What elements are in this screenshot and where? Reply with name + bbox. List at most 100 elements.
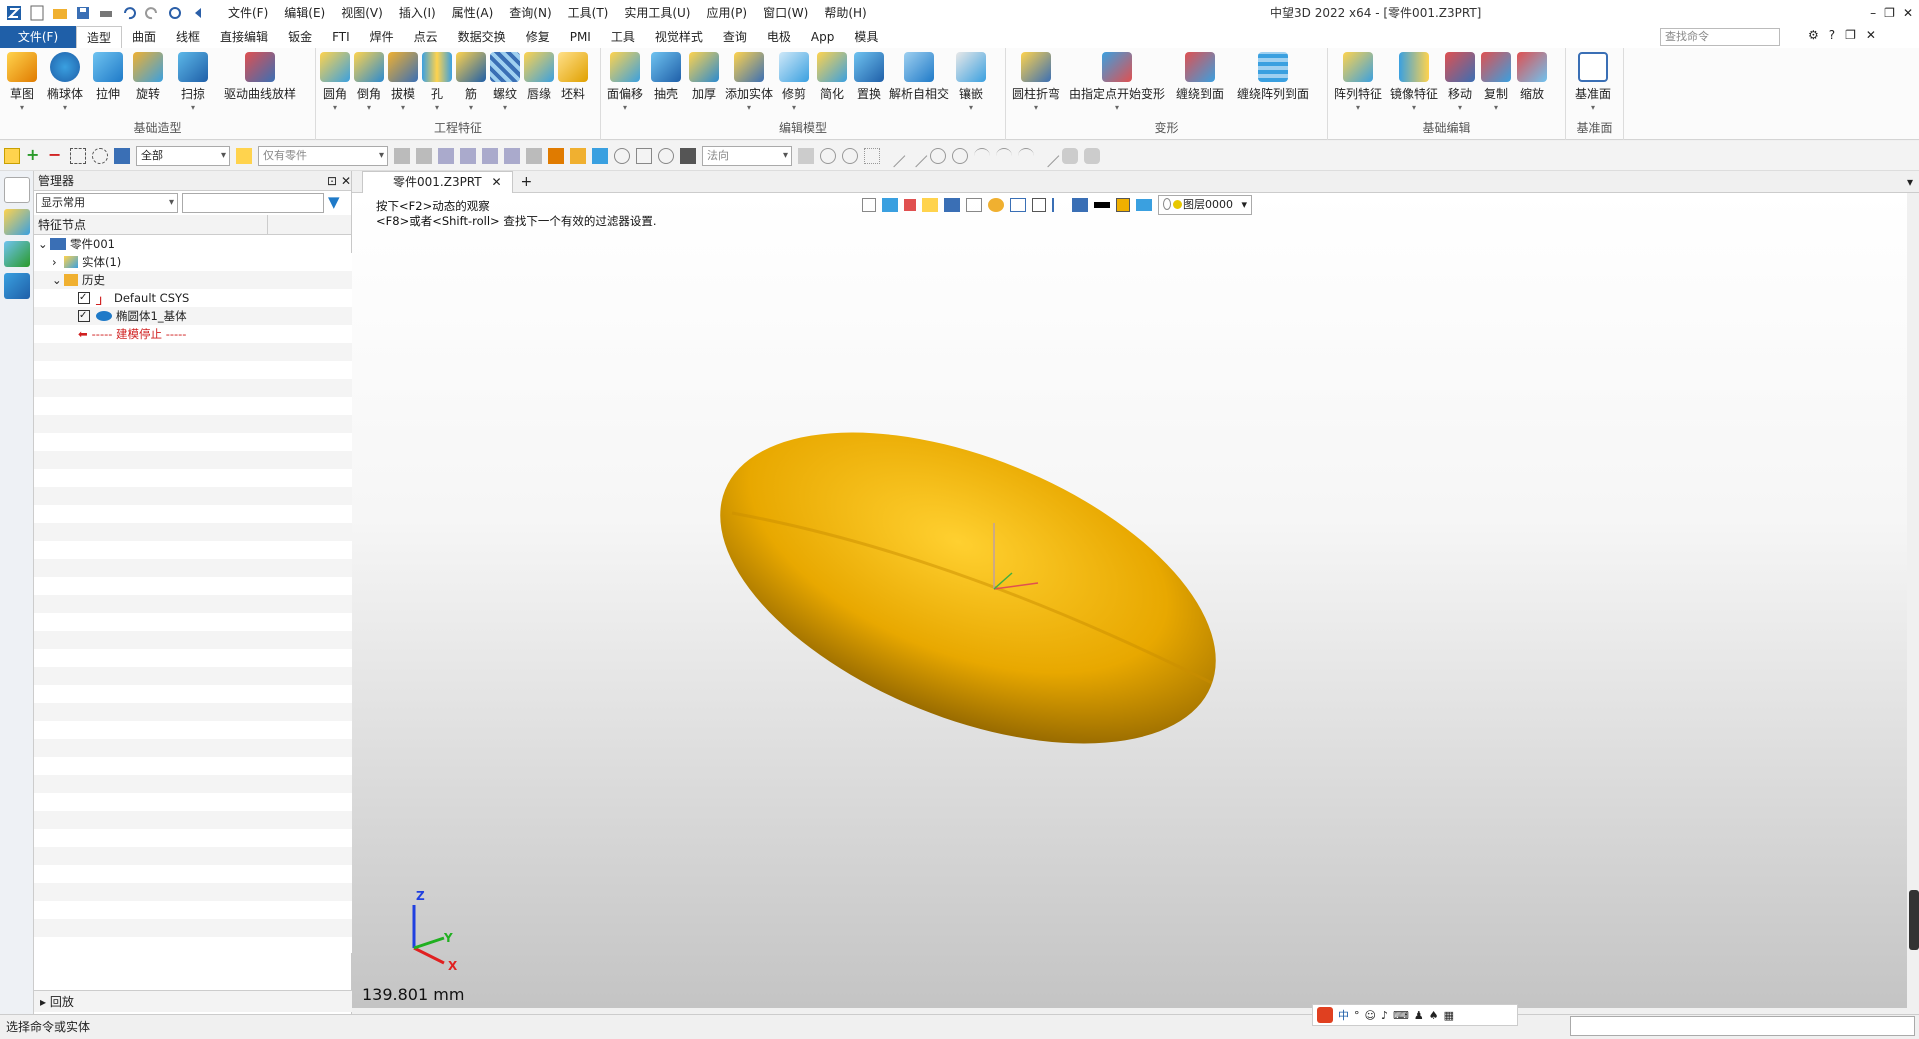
play-icon[interactable] bbox=[658, 147, 674, 164]
doc-tab-part[interactable]: 零件001.Z3PRT ✕ bbox=[362, 170, 513, 193]
stop-icon[interactable] bbox=[680, 147, 696, 164]
funnel-icon[interactable]: ▼ bbox=[328, 195, 344, 211]
line-icon[interactable] bbox=[882, 144, 906, 167]
app-logo-icon[interactable] bbox=[4, 3, 24, 23]
checkbox[interactable]: ✓ bbox=[78, 292, 90, 304]
tab-data-exchange[interactable]: 数据交换 bbox=[448, 26, 516, 48]
tree-node-part[interactable]: ⌄ 零件001 bbox=[34, 235, 351, 253]
user-manager-icon[interactable] bbox=[4, 273, 30, 299]
close-icon[interactable]: ✕ bbox=[1903, 0, 1913, 26]
snap-icon[interactable] bbox=[394, 147, 410, 164]
tab-point-cloud[interactable]: 点云 bbox=[404, 26, 448, 48]
menu-tools[interactable]: 工具(T) bbox=[560, 0, 617, 26]
menu-attribute[interactable]: 属性(A) bbox=[444, 0, 502, 26]
command-input[interactable] bbox=[1570, 1016, 1915, 1036]
cursor-icon[interactable] bbox=[526, 147, 542, 164]
clock-icon[interactable] bbox=[614, 147, 630, 164]
slash-icon[interactable] bbox=[1036, 144, 1060, 167]
minimize-icon[interactable]: – bbox=[1870, 0, 1876, 26]
file-tab[interactable]: 文件(F) bbox=[0, 26, 76, 48]
menu-window[interactable]: 窗口(W) bbox=[755, 0, 816, 26]
print-icon[interactable] bbox=[96, 3, 116, 23]
view-manager-icon[interactable] bbox=[4, 241, 30, 267]
normal-select[interactable]: 法向 bbox=[702, 145, 792, 166]
align-icon[interactable] bbox=[438, 147, 454, 164]
tab-fti[interactable]: FTI bbox=[322, 26, 360, 48]
tab-surface[interactable]: 曲面 bbox=[122, 26, 166, 48]
tree-node-stop[interactable]: ⬅ ----- 建模停止 ----- bbox=[34, 325, 351, 343]
tab-direct-edit[interactable]: 直接编辑 bbox=[210, 26, 278, 48]
tab-pmi[interactable]: PMI bbox=[560, 26, 601, 48]
remove-icon[interactable]: − bbox=[48, 146, 64, 164]
restore-icon[interactable]: ❐ bbox=[1845, 28, 1856, 42]
box-select-icon[interactable] bbox=[70, 147, 86, 164]
checkbox[interactable]: ✓ bbox=[78, 310, 90, 322]
tree-node-solids[interactable]: › 实体(1) bbox=[34, 253, 351, 271]
expand-icon[interactable]: ⌄ bbox=[52, 271, 64, 289]
pin-icon[interactable]: ⊡ bbox=[327, 174, 337, 188]
folder-icon[interactable] bbox=[570, 147, 586, 164]
ime-shirt-icon[interactable]: ♠ bbox=[1429, 1009, 1439, 1022]
tab-repair[interactable]: 修复 bbox=[516, 26, 560, 48]
align3-icon[interactable] bbox=[482, 147, 498, 164]
history-manager-icon[interactable] bbox=[4, 177, 30, 203]
menu-help[interactable]: 帮助(H) bbox=[816, 0, 874, 26]
ime-emoji-icon[interactable]: ☺ bbox=[1365, 1009, 1376, 1022]
command-search-input[interactable]: 查找命令 bbox=[1660, 28, 1780, 46]
help-icon[interactable]: ? bbox=[1829, 28, 1835, 42]
redo-icon[interactable] bbox=[142, 3, 162, 23]
save-icon[interactable] bbox=[73, 3, 93, 23]
surface2-icon[interactable] bbox=[1084, 147, 1100, 164]
maximize-icon[interactable]: ❐ bbox=[1884, 0, 1895, 26]
tab-weldment[interactable]: 焊件 bbox=[360, 26, 404, 48]
circle-icon[interactable] bbox=[930, 147, 946, 164]
rollback-bar[interactable]: ▸ 回放 bbox=[34, 990, 352, 1012]
close-icon[interactable]: ✕ bbox=[1866, 28, 1876, 42]
tree-node-csys[interactable]: ✓ ⅃ Default CSYS bbox=[34, 289, 351, 308]
new-file-icon[interactable] bbox=[27, 3, 47, 23]
wave-icon[interactable] bbox=[996, 147, 1012, 164]
line2-icon[interactable] bbox=[904, 144, 928, 167]
undo-icon[interactable] bbox=[119, 3, 139, 23]
tab-modeling[interactable]: 造型 bbox=[76, 25, 123, 49]
add-tab-icon[interactable]: + bbox=[521, 174, 533, 190]
circle2-icon[interactable] bbox=[952, 147, 968, 164]
ime-logo-icon[interactable] bbox=[1317, 1007, 1333, 1023]
panel-close-icon[interactable]: ✕ bbox=[341, 174, 351, 188]
ime-keyboard-icon[interactable]: ⌨ bbox=[1393, 1009, 1409, 1022]
ime-user-icon[interactable]: ♟ bbox=[1414, 1009, 1424, 1022]
filter-icon[interactable] bbox=[114, 147, 130, 164]
ellipsoid-body[interactable] bbox=[676, 369, 1259, 806]
tab-electrode[interactable]: 电极 bbox=[757, 26, 801, 48]
add-icon[interactable]: + bbox=[26, 146, 42, 164]
image-icon[interactable] bbox=[592, 147, 608, 164]
close-tab-icon[interactable]: ✕ bbox=[491, 175, 501, 189]
pause-icon[interactable] bbox=[636, 147, 652, 164]
arc-icon[interactable] bbox=[1018, 147, 1034, 164]
tab-tools[interactable]: 工具 bbox=[601, 26, 645, 48]
gear-icon[interactable]: ⚙ bbox=[1808, 28, 1819, 42]
align4-icon[interactable] bbox=[504, 147, 520, 164]
pointer-icon[interactable] bbox=[798, 147, 814, 164]
menu-edit[interactable]: 编辑(E) bbox=[276, 0, 333, 26]
tree-node-history[interactable]: ⌄ 历史 bbox=[34, 271, 351, 289]
tree-node-ellipsoid[interactable]: ✓ 椭圆体1_基体 bbox=[34, 307, 351, 325]
filter-select[interactable]: 全部 bbox=[136, 145, 230, 166]
display-filter-select[interactable]: 显示常用 bbox=[36, 193, 178, 213]
3d-viewport[interactable]: 按下<F2>动态的观察 <F8>或者<Shift-roll> 查找下一个有效的过… bbox=[352, 193, 1907, 1008]
tab-wireframe[interactable]: 线框 bbox=[166, 26, 210, 48]
ime-grid-icon[interactable]: ▦ bbox=[1444, 1009, 1454, 1022]
tab-app[interactable]: App bbox=[801, 26, 844, 48]
surface-icon[interactable] bbox=[1062, 147, 1078, 164]
expand-icon[interactable]: ⌄ bbox=[38, 235, 50, 253]
assembly-manager-icon[interactable] bbox=[4, 209, 30, 235]
part-filter-select[interactable]: 仅有零件 bbox=[258, 145, 388, 166]
viewport-scroll-handle[interactable] bbox=[1909, 890, 1919, 950]
ime-mic-icon[interactable]: ♪ bbox=[1381, 1009, 1388, 1022]
ime-punct-icon[interactable]: ° bbox=[1354, 1009, 1360, 1022]
layer-color-icon[interactable] bbox=[548, 147, 564, 164]
menu-view[interactable]: 视图(V) bbox=[333, 0, 391, 26]
center-icon[interactable] bbox=[820, 147, 836, 164]
menu-file[interactable]: 文件(F) bbox=[220, 0, 276, 26]
tab-sheet-metal[interactable]: 钣金 bbox=[278, 26, 322, 48]
